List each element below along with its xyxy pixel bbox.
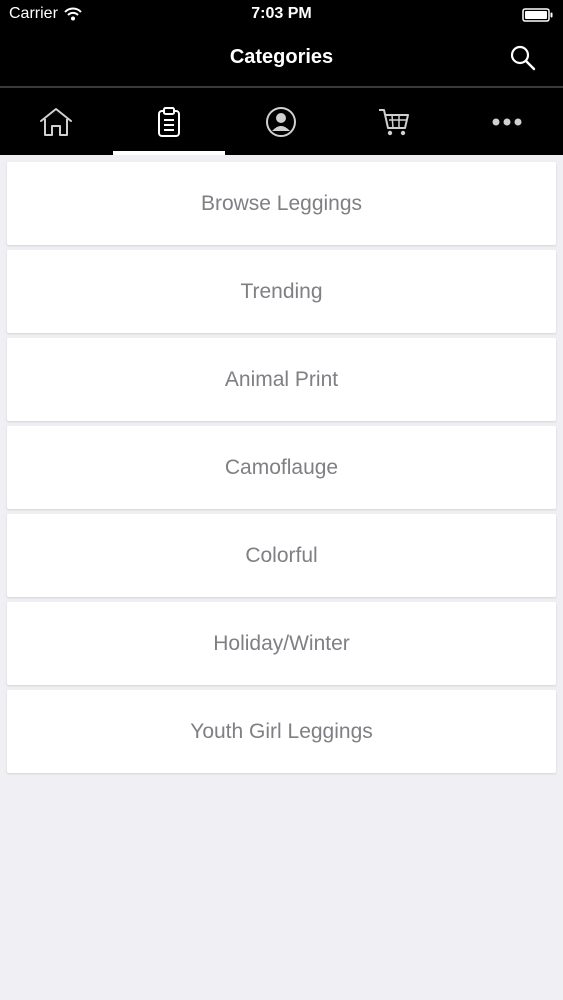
category-colorful[interactable]: Colorful	[7, 514, 556, 597]
battery-icon	[522, 8, 553, 22]
more-icon	[492, 118, 522, 125]
category-list: Browse Leggings Trending Animal Print Ca…	[7, 162, 556, 778]
page-title: Categories	[229, 46, 334, 68]
tab-bar	[0, 86, 563, 155]
clipboard-icon	[157, 106, 180, 137]
status-time: 7:03 PM	[251, 5, 312, 22]
category-animal-print[interactable]: Animal Print	[7, 338, 556, 421]
tab-more[interactable]	[450, 88, 563, 155]
tab-account[interactable]	[225, 88, 338, 155]
status-bar: Carrier 7:03 PM	[0, 0, 563, 30]
category-browse-leggings[interactable]: Browse Leggings	[7, 162, 556, 245]
tab-home[interactable]	[0, 88, 113, 155]
search-icon[interactable]	[509, 44, 537, 72]
navigation-bar: Categories	[0, 30, 563, 86]
category-holiday-winter[interactable]: Holiday/Winter	[7, 602, 556, 685]
category-youth-girl-leggings[interactable]: Youth Girl Leggings	[7, 690, 556, 773]
home-icon	[40, 107, 73, 136]
account-icon	[266, 106, 297, 137]
cart-icon	[379, 108, 410, 135]
tab-cart[interactable]	[338, 88, 451, 155]
category-camoflauge[interactable]: Camoflauge	[7, 426, 556, 509]
tab-categories[interactable]	[112, 88, 226, 155]
category-trending[interactable]: Trending	[7, 250, 556, 333]
